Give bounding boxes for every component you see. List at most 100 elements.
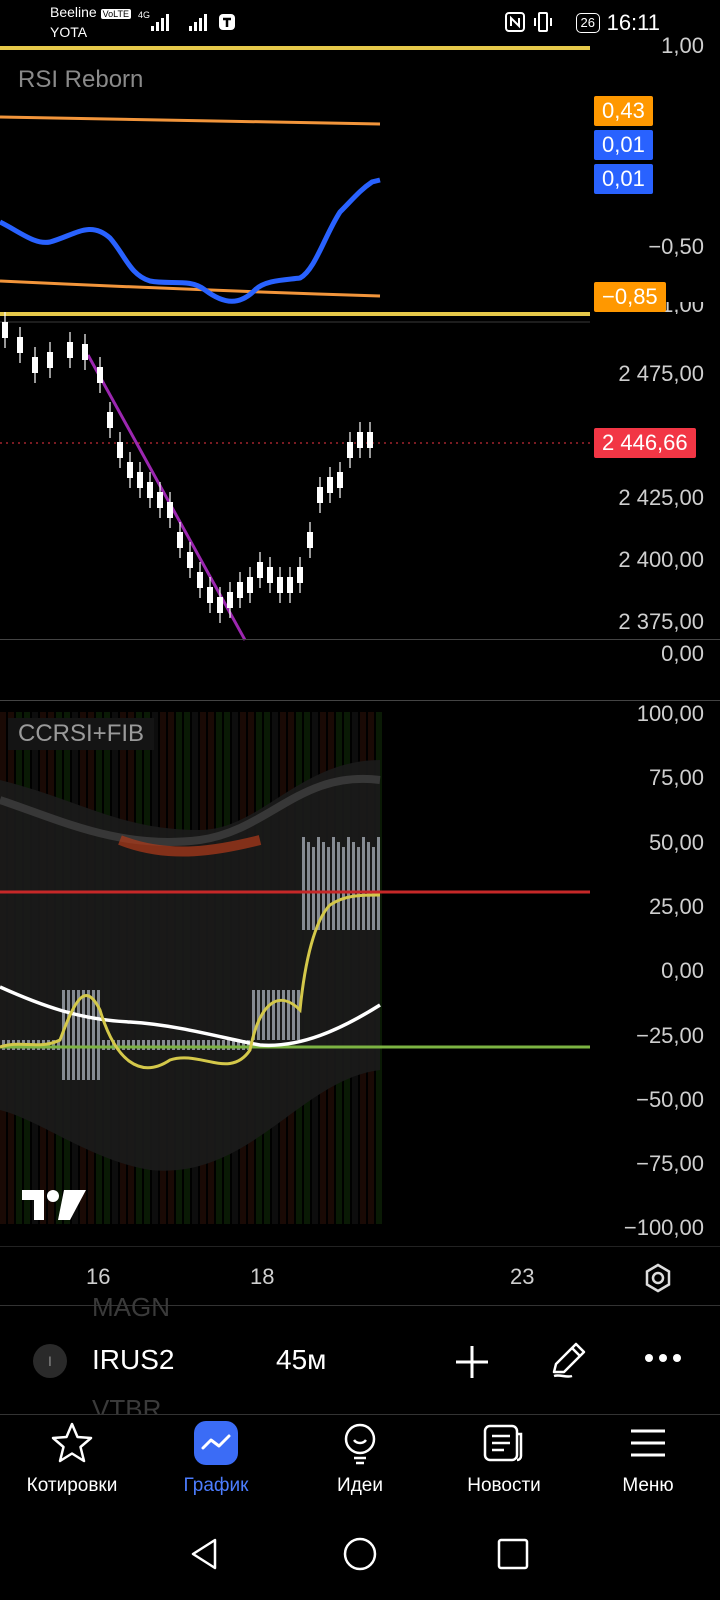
ccrsi-bar — [282, 990, 285, 1040]
candle-body — [97, 367, 103, 383]
ccrsi-bar — [372, 847, 375, 930]
candle-body — [32, 357, 38, 373]
ccrsi-scale-label: −50,00 — [636, 1086, 704, 1112]
nav-item-ideas[interactable]: Идеи — [288, 1415, 432, 1497]
home-icon[interactable] — [342, 1536, 378, 1572]
nav-label: График — [183, 1475, 249, 1496]
candle-body — [17, 337, 23, 353]
candle-body — [207, 587, 213, 603]
rsi-scale-top: 1,00 — [661, 33, 704, 58]
system-nav-bar — [0, 1523, 720, 1600]
candle-body — [147, 482, 153, 498]
chart-settings-icon[interactable] — [643, 1263, 673, 1293]
ccrsi-scale-label: 100,00 — [636, 701, 704, 726]
nav-item-chart[interactable]: График — [144, 1415, 288, 1497]
candle-body — [127, 462, 133, 478]
candle-body — [2, 322, 8, 338]
news-icon — [483, 1424, 523, 1462]
ccrsi-bar — [307, 842, 310, 930]
chart-canvas[interactable] — [0, 0, 590, 1240]
rsi-value-tag: 0,01 — [594, 130, 653, 160]
tradingview-logo-icon — [22, 1190, 86, 1220]
chart-toolbar: MAGN VTBR I IRUS2 45м — [0, 1292, 720, 1414]
candle-body — [277, 577, 283, 593]
candle-body — [357, 432, 363, 448]
ccrsi-scale-label: −75,00 — [636, 1151, 704, 1177]
candle-body — [237, 582, 243, 598]
ccrsi-bar — [342, 847, 345, 930]
candle-body — [67, 342, 73, 358]
ccrsi-bar — [377, 837, 380, 930]
ccrsi-bar — [292, 990, 295, 1040]
price-scale-label: 2 400,00 — [618, 547, 704, 572]
ccrsi-scale-label: −100,00 — [623, 1215, 704, 1241]
rsi-value-tag: 0,01 — [594, 164, 653, 194]
price-scale-label: 2 475,00 — [618, 361, 704, 386]
ccrsi-scale-label: 0,00 — [661, 958, 704, 984]
candle-body — [337, 472, 343, 488]
bottom-nav: Котировки График Идеи Новости Меню — [0, 1415, 720, 1523]
nav-item-menu[interactable]: Меню — [576, 1415, 720, 1497]
ccrsi-bar — [297, 990, 300, 1040]
ccrsi-bar — [352, 842, 355, 930]
back-icon[interactable] — [187, 1536, 221, 1572]
ccrsi-bar — [362, 837, 365, 930]
symbol-badge: I — [33, 1344, 67, 1378]
ccrsi-bar — [72, 990, 75, 1080]
symbol-selector[interactable]: IRUS2 — [92, 1344, 174, 1376]
candle-body — [157, 492, 163, 508]
chart-icon — [194, 1421, 238, 1465]
candle-body — [82, 344, 88, 360]
ccrsi-bar — [67, 990, 70, 1080]
ccrsi-bar — [337, 842, 340, 930]
ccrsi-bar — [277, 990, 280, 1040]
candle-body — [167, 502, 173, 518]
x-axis-tick: 23 — [510, 1264, 535, 1289]
ccrsi-bar — [312, 847, 315, 930]
price-scale-label: 2 425,00 — [618, 485, 704, 510]
candle-body — [367, 432, 373, 448]
ccrsi-scale-label: −25,00 — [636, 1022, 704, 1048]
ccrsi-bar — [302, 837, 305, 930]
candle-body — [257, 562, 263, 578]
draw-pencil-icon[interactable] — [546, 1338, 590, 1382]
interval-selector[interactable]: 45м — [276, 1344, 326, 1376]
ccrsi-bar — [287, 990, 290, 1040]
price-scale-label: 2 375,00 — [618, 609, 704, 634]
candle-body — [267, 567, 273, 583]
candle-body — [247, 577, 253, 593]
nav-item-quotes[interactable]: Котировки — [0, 1415, 144, 1497]
candle-body — [347, 442, 353, 458]
nav-label: Новости — [467, 1475, 541, 1496]
zero-scale-label: 0,00 — [661, 641, 704, 666]
ccrsi-bar — [82, 990, 85, 1080]
price-candles — [2, 312, 373, 623]
candle-body — [297, 567, 303, 583]
candle-body — [117, 442, 123, 458]
more-icon[interactable] — [643, 1352, 683, 1364]
nav-label: Котировки — [26, 1475, 118, 1496]
ccrsi-bar — [267, 990, 270, 1040]
nav-label: Меню — [622, 1475, 674, 1496]
candle-body — [187, 552, 193, 568]
x-axis-tick: 16 — [86, 1264, 111, 1289]
candle-body — [327, 477, 333, 493]
rsi-scale-mid: −0,50 — [648, 234, 704, 259]
menu-icon — [631, 1429, 665, 1457]
ccrsi-scale-label: 75,00 — [648, 765, 704, 791]
lightbulb-icon — [344, 1423, 376, 1465]
recents-icon[interactable] — [496, 1537, 530, 1571]
x-axis-tick: 18 — [250, 1264, 275, 1289]
ccrsi-bar — [257, 990, 260, 1040]
nav-item-news[interactable]: Новости — [432, 1415, 576, 1497]
star-icon — [51, 1422, 93, 1463]
candle-body — [307, 532, 313, 548]
candle-body — [177, 532, 183, 548]
add-icon[interactable] — [452, 1342, 492, 1382]
ccrsi-bar — [332, 837, 335, 930]
candle-body — [47, 352, 53, 368]
candle-body — [217, 597, 223, 613]
candle-body — [227, 592, 233, 608]
ccrsi-pane-title: CCRSI+FIB — [8, 718, 155, 750]
nav-label: Идеи — [337, 1475, 383, 1496]
